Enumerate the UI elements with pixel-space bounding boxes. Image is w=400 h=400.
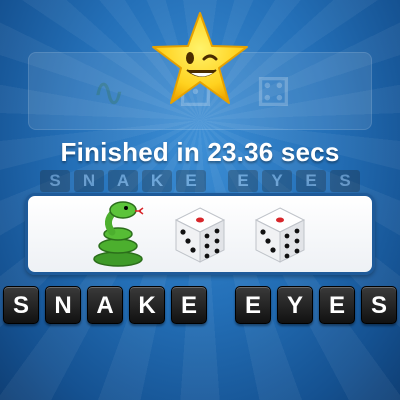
ghost-answer-tiles: SNAKEEYES bbox=[22, 170, 378, 192]
ghost-die-icon: ⚃ bbox=[256, 70, 291, 116]
answer-letter-tile[interactable]: S bbox=[361, 286, 397, 324]
ghost-letter-tile: E bbox=[228, 170, 258, 192]
ghost-letter-tile: E bbox=[296, 170, 326, 192]
ghost-letter-tile: Y bbox=[262, 170, 292, 192]
ghost-letter-tile: N bbox=[74, 170, 104, 192]
answer-letter-tile[interactable]: E bbox=[235, 286, 271, 324]
finish-time-message: Finished in 23.36 secs bbox=[60, 137, 340, 167]
ghost-letter-tile: S bbox=[40, 170, 70, 192]
answer-letter-tile[interactable]: Y bbox=[277, 286, 313, 324]
snake-icon bbox=[93, 201, 144, 267]
die-icon bbox=[254, 207, 306, 263]
answer-letter-tile[interactable]: S bbox=[3, 286, 39, 324]
answer-tiles: SNAKEEYES bbox=[0, 286, 400, 328]
answer-letter-tile[interactable]: E bbox=[171, 286, 207, 324]
word-gap bbox=[210, 170, 224, 192]
ghost-letter-tile: K bbox=[142, 170, 172, 192]
ghost-letter-tile: S bbox=[330, 170, 360, 192]
ghost-snake-icon: ∿ bbox=[92, 70, 126, 116]
answer-letter-tile[interactable]: K bbox=[129, 286, 165, 324]
answer-letter-tile[interactable]: A bbox=[87, 286, 123, 324]
winking-star-icon bbox=[150, 10, 250, 110]
die-icon bbox=[174, 207, 226, 263]
answer-letter-tile[interactable]: N bbox=[45, 286, 81, 324]
ghost-letter-tile: E bbox=[176, 170, 206, 192]
ghost-letter-tile: A bbox=[108, 170, 138, 192]
answer-letter-tile[interactable]: E bbox=[319, 286, 355, 324]
word-gap bbox=[213, 286, 229, 328]
